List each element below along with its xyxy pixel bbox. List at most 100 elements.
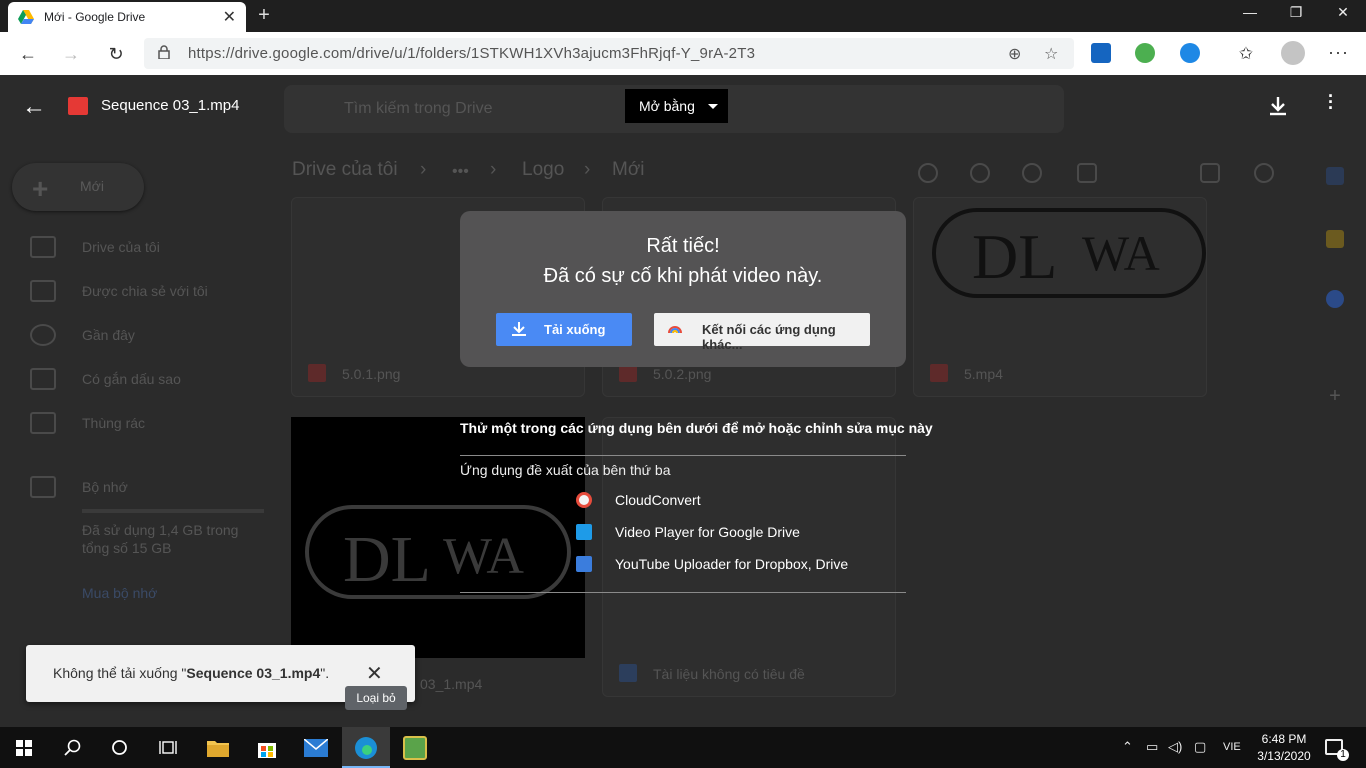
notification-center-icon[interactable]: 1 xyxy=(1325,739,1349,761)
system-clock[interactable]: 6:48 PM 3/13/2020 xyxy=(1248,731,1320,765)
minimize-button[interactable]: — xyxy=(1227,0,1273,24)
show-hidden-icons-chevron[interactable]: ⌃ xyxy=(1122,739,1133,755)
browser-menu-icon[interactable]: ··· xyxy=(1328,42,1349,63)
start-button[interactable] xyxy=(0,727,48,768)
add-person-icon xyxy=(970,163,990,183)
language-indicator[interactable]: VIE xyxy=(1223,741,1241,753)
cloudconvert-icon xyxy=(576,492,592,508)
breadcrumb-ellipsis: ••• xyxy=(452,163,469,180)
task-view-icon xyxy=(159,741,177,754)
image-file-icon xyxy=(308,364,326,382)
app-item-video-player[interactable]: Video Player for Google Drive xyxy=(576,522,800,542)
app-item-youtube-uploader[interactable]: YouTube Uploader for Dropbox, Drive xyxy=(576,554,848,574)
connect-apps-label: Kết nối các ứng dụng khác... xyxy=(702,322,836,352)
connect-apps-icon xyxy=(668,326,682,334)
add-addon-icon: + xyxy=(1329,385,1341,407)
snackbar-prefix: Không thể tải xuống " xyxy=(53,665,187,681)
open-with-button[interactable]: Mở bằng xyxy=(625,89,728,123)
shared-icon xyxy=(30,280,56,302)
sidebar-item-my-drive: Drive của tôi xyxy=(30,235,160,259)
video-file-icon xyxy=(68,97,88,115)
url-field[interactable]: https://drive.google.com/drive/u/1/folde… xyxy=(144,38,1074,69)
sidebar-item-recent: Gần đây xyxy=(30,323,135,347)
forward-button[interactable]: → xyxy=(58,41,84,67)
keep-icon xyxy=(1326,230,1344,248)
more-options-icon[interactable]: · · · xyxy=(1328,87,1334,117)
sidebar-label: Thùng rác xyxy=(82,415,146,431)
buy-storage-link: Mua bộ nhớ xyxy=(82,585,158,601)
favorites-icon[interactable]: ✩ xyxy=(1233,41,1259,67)
divider xyxy=(460,592,906,593)
extension-blue-icon[interactable] xyxy=(1180,43,1200,63)
sidebar-label: Drive của tôi xyxy=(82,239,160,255)
sidebar-label: Gần đây xyxy=(82,327,135,343)
back-arrow-icon[interactable]: ← xyxy=(22,93,46,121)
close-icon[interactable]: ✕ xyxy=(366,661,383,686)
breadcrumb-current: Mới xyxy=(612,159,645,180)
lock-icon xyxy=(158,45,170,59)
delete-icon xyxy=(1077,163,1097,183)
download-icon xyxy=(512,322,526,336)
mail-button[interactable] xyxy=(292,727,340,768)
extension-icon[interactable] xyxy=(1091,43,1111,63)
google-drive-icon xyxy=(18,10,34,24)
zoom-icon[interactable]: ⊕ xyxy=(1008,44,1021,64)
cortana-button[interactable] xyxy=(96,727,144,768)
windows-taskbar: ⌃ ▭ ◁) ▢ VIE 6:48 PM 3/13/2020 1 xyxy=(0,727,1366,768)
youtube-uploader-icon xyxy=(576,556,592,572)
divider xyxy=(460,455,906,456)
connect-apps-button[interactable]: Kết nối các ứng dụng khác... xyxy=(654,313,870,352)
list-view-icon xyxy=(1200,163,1220,183)
file-name: 03_1.mp4 xyxy=(420,676,483,692)
volume-icon[interactable]: ◁) xyxy=(1168,739,1182,755)
calendar-icon xyxy=(1326,167,1344,185)
folder-icon xyxy=(207,741,229,757)
favorite-star-icon[interactable]: ☆ xyxy=(1044,44,1058,64)
sidebar-item-storage: Bộ nhớ xyxy=(30,475,128,499)
error-title: Rất tiếc! xyxy=(646,235,720,257)
svg-text:WA: WA xyxy=(1082,225,1160,281)
file-explorer-button[interactable] xyxy=(194,727,242,768)
maximize-button[interactable]: ❐ xyxy=(1273,0,1319,24)
storage-bar xyxy=(82,509,264,513)
sidebar-item-shared: Được chia sẻ với tôi xyxy=(30,279,208,303)
network-icon[interactable]: ▢ xyxy=(1194,739,1206,755)
reload-button[interactable]: ↻ xyxy=(103,41,129,67)
breadcrumb-separator: › xyxy=(420,159,427,180)
address-bar-row: ← → ↻ https://drive.google.com/drive/u/1… xyxy=(0,32,1366,75)
doc-file-icon xyxy=(619,664,637,682)
windows-icon xyxy=(16,740,32,756)
task-view-button[interactable] xyxy=(144,727,192,768)
game-app-button[interactable] xyxy=(391,727,439,768)
try-apps-text: Thử một trong các ứng dụng bên dưới để m… xyxy=(460,420,933,436)
search-button[interactable] xyxy=(48,727,96,768)
store-button[interactable] xyxy=(243,727,291,768)
new-tab-button[interactable]: + xyxy=(254,4,274,26)
edge-browser-button[interactable] xyxy=(342,727,390,768)
chevron-down-icon xyxy=(708,104,718,109)
edge-icon xyxy=(355,737,377,759)
sidebar-item-trash: Thùng rác xyxy=(30,411,145,435)
back-button[interactable]: ← xyxy=(15,41,41,67)
playback-error-dialog: Rất tiếc! Đã có sự cố khi phát video này… xyxy=(460,211,906,367)
profile-avatar[interactable] xyxy=(1281,41,1305,65)
sidebar-label: Được chia sẻ với tôi xyxy=(82,283,208,299)
app-item-cloudconvert[interactable]: CloudConvert xyxy=(576,490,701,510)
download-icon[interactable] xyxy=(1268,95,1288,117)
window-close-button[interactable]: ✕ xyxy=(1320,0,1366,24)
open-with-label: Mở bằng xyxy=(639,98,695,114)
breadcrumb-logo: Logo xyxy=(522,159,565,180)
download-button[interactable]: Tải xuống xyxy=(496,313,632,346)
clock-icon xyxy=(30,324,56,346)
tab-close-icon[interactable]: ✕ xyxy=(223,7,236,27)
error-message: Đã có sự cố khi phát video này. xyxy=(543,265,823,287)
snackbar-message: Không thể tải xuống "Sequence 03_1.mp4". xyxy=(53,665,329,681)
video-player-icon xyxy=(576,524,592,540)
dismiss-tooltip: Loại bỏ xyxy=(345,686,407,710)
extension-globe-icon[interactable] xyxy=(1135,43,1155,63)
file-name: Tài liệu không có tiêu đề xyxy=(653,666,805,682)
battery-icon[interactable]: ▭ xyxy=(1146,739,1158,755)
browser-tab[interactable]: Mới - Google Drive ✕ xyxy=(8,2,246,32)
star-icon xyxy=(30,368,56,390)
video-thumbnail: DL WA xyxy=(291,417,585,658)
